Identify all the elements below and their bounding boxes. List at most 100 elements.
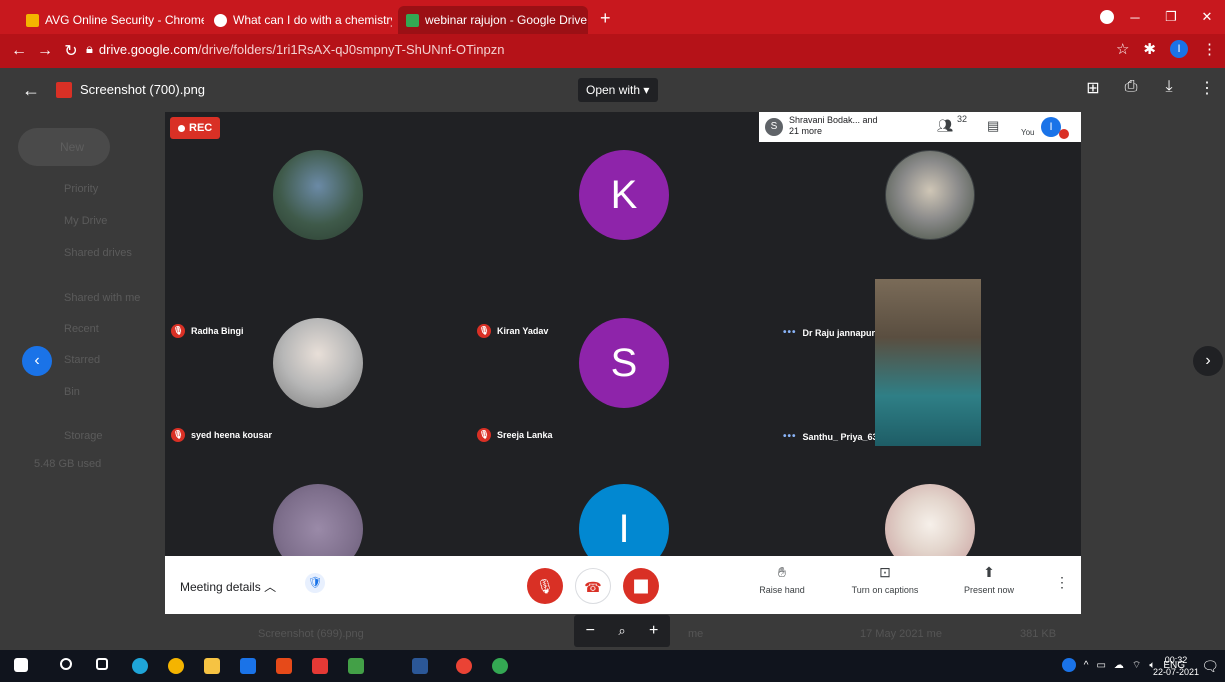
network-icon[interactable]: ⌔ [1132, 659, 1141, 672]
mic-toggle-button[interactable]: 🎙︎ [527, 568, 563, 604]
file-size: 381 KB [1020, 628, 1057, 640]
url-path: /drive/folders/1ri1RsAX-qJ0smpnyT-ShUNnf… [197, 41, 505, 57]
menu-icon[interactable]: ⋮ [1202, 40, 1217, 58]
chrome-yellow-icon[interactable] [168, 658, 184, 674]
onedrive-icon[interactable]: ☁ [1114, 660, 1124, 671]
participant-photo [885, 150, 975, 240]
new-button: New [18, 128, 110, 166]
participant-name: Radha Bingi [191, 326, 244, 336]
participant-photo [273, 318, 363, 408]
reload-icon[interactable]: ↻ [58, 41, 84, 61]
rec-label: REC [189, 122, 213, 134]
chevron-up-icon: ︿ [264, 580, 277, 594]
you-label: You [1021, 128, 1035, 137]
participant-photo [273, 150, 363, 240]
windows-taskbar: ^ ▭ ☁ ⌔ 🔈︎ ENG 00:32 22-07-2021 🗨︎ [0, 650, 1225, 682]
file-date: 17 May 2021 me [860, 628, 942, 640]
people-icon[interactable]: 👥︎ [937, 118, 954, 134]
captions-label: Turn on captions [851, 585, 919, 595]
viewer-back-icon[interactable]: ← [22, 80, 40, 101]
participant-tile: 🎙︎ Radha Bingi [165, 142, 467, 338]
windows-start-icon[interactable] [14, 658, 28, 672]
present-label: Present now [963, 585, 1015, 595]
participant-label: 🎙︎ Radha Bingi [171, 324, 244, 338]
open-with-label: Open with [586, 83, 641, 97]
zoom-out-icon[interactable]: − [586, 622, 595, 640]
zoom-magnifier-icon[interactable]: ⌕ [618, 623, 625, 639]
next-file-button[interactable]: › [1193, 346, 1223, 376]
notifications-icon[interactable]: 🗨︎ [1201, 658, 1219, 675]
download-icon[interactable]: ⤓ [1159, 78, 1179, 98]
back-icon[interactable]: ← [6, 42, 32, 60]
extensions-icon[interactable]: ✱ [1143, 40, 1156, 58]
participant-avatar: S [765, 118, 783, 136]
captions-icon: ⊡ [879, 564, 891, 580]
tab-title: webinar rajujon - Google Drive [425, 13, 588, 27]
url-field[interactable]: 🔒︎ drive.google.com/drive/folders/1ri1Rs… [86, 41, 505, 57]
speaking-dots-icon: ••• [783, 431, 797, 442]
word-icon[interactable] [412, 658, 428, 674]
previous-file-button[interactable]: ‹ [22, 346, 52, 376]
chrome-icon[interactable] [456, 658, 472, 674]
avg-favicon-icon [26, 13, 39, 27]
edge-icon[interactable] [132, 658, 148, 674]
tab-avg[interactable]: AVG Online Security - Chrome W ✕ [18, 6, 204, 34]
mic-off-icon: 🎙︎ [171, 428, 185, 442]
task-view-icon[interactable] [96, 658, 108, 670]
participant-name: Kiran Yadav [497, 326, 549, 336]
participant-name: Santhu_ Priya_63 [802, 431, 878, 442]
new-tab-button[interactable]: + [600, 9, 611, 27]
present-icon: ⬆︎ [983, 564, 995, 580]
image-file-icon [56, 82, 72, 98]
restore-icon[interactable]: ❐ [1153, 9, 1189, 25]
photos-icon[interactable] [348, 658, 364, 674]
open-with-button[interactable]: Open with ▾ [578, 78, 658, 102]
leave-call-button[interactable]: ☎︎ [575, 568, 611, 604]
chat-icon[interactable]: ▤ [987, 118, 999, 134]
host-controls-icon[interactable]: 🛡︎ [305, 573, 325, 593]
chrome-profile-icon[interactable] [492, 658, 508, 674]
participant-name: Sreeja Lanka [497, 430, 553, 440]
minimize-icon[interactable]: ─ [1117, 10, 1153, 25]
app-icon[interactable] [312, 658, 328, 674]
speaking-dots-icon: ••• [783, 327, 797, 338]
raise-hand-label: Raise hand [759, 585, 805, 595]
tab-chemistry[interactable]: What can I do with a chemistry d ✕ [206, 6, 392, 34]
participant-label: ••• Santhu_ Priya_63 [783, 431, 878, 442]
forward-icon[interactable]: → [32, 42, 58, 60]
help-icon[interactable] [1061, 658, 1076, 672]
add-to-drive-icon[interactable]: ⊞ [1083, 78, 1103, 98]
you-avatar: I [1041, 117, 1061, 137]
bookmark-star-icon[interactable]: ☆ [1116, 40, 1129, 58]
captions-button[interactable]: ⊡ Turn on captions [845, 564, 925, 595]
raise-hand-button[interactable]: ✋︎ Raise hand [757, 564, 807, 595]
print-icon[interactable]: ⎙ [1121, 78, 1141, 98]
file-explorer-icon[interactable] [204, 658, 220, 674]
camera-toggle-button[interactable]: ⬛︎ [623, 568, 659, 604]
more-options-icon[interactable]: ⋮ [1197, 78, 1217, 98]
profile-indicator-icon[interactable] [1100, 10, 1114, 24]
profile-avatar[interactable]: I [1170, 40, 1188, 58]
participant-tile: K 🎙︎ Kiran Yadav [471, 142, 773, 338]
sidebar-item-my-drive: My Drive [64, 215, 108, 227]
office-icon[interactable] [276, 658, 292, 674]
present-button[interactable]: ⬆︎ Present now [959, 564, 1019, 595]
system-clock[interactable]: 00:32 22-07-2021 [1153, 654, 1199, 678]
more-options-icon[interactable]: ⋮ [1055, 574, 1069, 591]
file-owner: me [688, 628, 704, 640]
participants-summary: Shravani Bodak... and 21 more [789, 115, 878, 136]
battery-icon[interactable]: ▭ [1096, 660, 1105, 671]
sidebar-item-recent: Recent [64, 323, 99, 335]
close-window-icon[interactable]: ✕ [1189, 9, 1225, 25]
hand-icon: ✋︎ [778, 564, 786, 580]
meeting-details-button[interactable]: Meeting details ︿ [180, 578, 276, 595]
file-name: Screenshot (699).png [258, 628, 364, 640]
viewer-file-name: Screenshot (700).png [80, 82, 206, 97]
show-hidden-icon[interactable]: ^ [1084, 660, 1089, 671]
meet-top-bar: S Shravani Bodak... and 21 more 👥︎ 32 ▤ … [759, 112, 1081, 142]
search-icon[interactable] [60, 658, 72, 670]
participant-label: 🎙︎ Kiran Yadav [477, 324, 548, 338]
tab-drive[interactable]: webinar rajujon - Google Drive ✕ [398, 6, 588, 34]
mail-icon[interactable] [240, 658, 256, 674]
zoom-in-icon[interactable]: + [649, 622, 658, 640]
